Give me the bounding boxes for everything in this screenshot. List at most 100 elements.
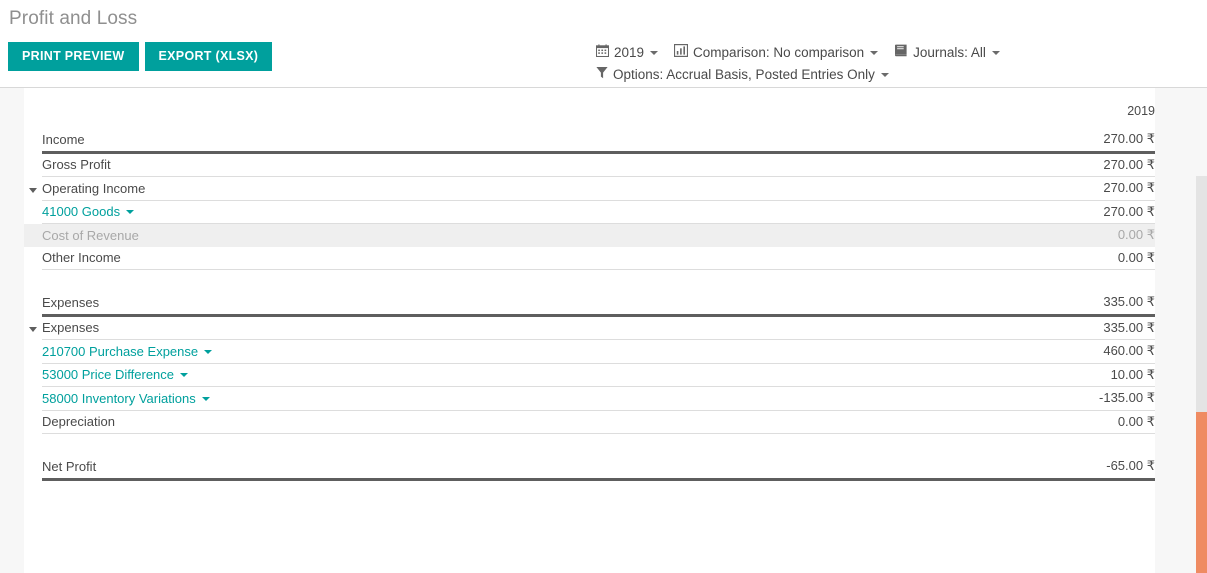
funnel-icon [596,64,608,86]
filter-date-period[interactable]: 2019 [595,42,659,64]
row-expand-toggle[interactable] [24,177,42,201]
filter-row-top: 2019 Comparison: No comparison Journals:… [595,42,1066,64]
vertical-scrollbar-track[interactable] [1196,176,1207,573]
export-xlsx-button[interactable]: EXPORT (XLSX) [144,42,273,71]
chart-bar-icon [673,42,689,64]
report-page-body: 2019 Income 270.00 ₹ Gross Profit 270.00 ₹ O… [0,88,1207,573]
row-label-cell: Gross Profit [42,152,975,177]
chevron-down-icon[interactable] [991,51,1000,55]
chevron-down-icon[interactable] [650,51,659,55]
row-label: Net Profit [42,458,97,474]
chevron-down-icon[interactable] [180,373,189,378]
row-toggle-placeholder [24,291,42,315]
row-expand-toggle[interactable] [24,315,42,340]
spacer-cell [24,269,1155,291]
filter-journals-label: Journals: All [913,45,986,60]
chevron-down-icon[interactable] [870,51,879,55]
header-toggle-spacer [24,88,42,128]
filter-options-label: Options: Accrual Basis, Posted Entries O… [613,67,875,82]
table-row[interactable]: 53000 Price Difference 10.00 ₹ [24,363,1155,387]
filter-facets: 2019 Comparison: No comparison Journals:… [595,42,1066,86]
row-value-cell: 270.00 ₹ [975,152,1155,177]
filter-comparison-label: Comparison: No comparison [693,45,865,60]
filter-options[interactable]: Options: Accrual Basis, Posted Entries O… [596,64,889,86]
row-value-cell: 460.00 ₹ [975,339,1155,364]
row-toggle-placeholder [24,455,42,479]
table-spacer-row [24,433,1155,455]
table-row[interactable]: Expenses 335.00 ₹ [24,291,1155,317]
filter-journals[interactable]: Journals: All [894,42,1000,64]
row-label: Cost of Revenue [42,227,139,243]
account-link[interactable]: 41000 Goods [42,204,120,219]
row-label: Other Income [42,250,121,266]
row-label-cell: Income [42,128,975,154]
table-row[interactable]: Operating Income 270.00 ₹ [24,176,1155,201]
row-label-cell: 210700 Purchase Expense [42,339,975,364]
table-row[interactable]: Cost of Revenue 0.00 ₹ [24,223,1155,247]
row-toggle-placeholder [24,340,42,364]
print-preview-button[interactable]: PRINT PREVIEW [8,42,139,71]
table-row[interactable]: Gross Profit 270.00 ₹ [24,152,1155,177]
row-value-cell: 0.00 ₹ [975,246,1155,270]
table-row[interactable]: 41000 Goods 270.00 ₹ [24,200,1155,224]
table-body: Income 270.00 ₹ Gross Profit 270.00 ₹ Operat… [24,128,1155,481]
chevron-down-icon[interactable] [201,396,210,401]
caret-down-icon[interactable] [29,187,37,193]
row-toggle-placeholder [24,200,42,224]
account-link[interactable]: 58000 Inventory Variations [42,391,196,406]
row-label: Depreciation [42,414,115,430]
filter-row-bottom: Options: Accrual Basis, Posted Entries O… [596,64,1066,86]
row-label: Expenses [42,320,100,336]
row-label-cell: Net Profit [42,455,975,481]
row-toggle-placeholder [24,224,42,247]
row-value-cell: 335.00 ₹ [975,315,1155,340]
column-header-period: 2019 [1127,104,1155,118]
row-label: Gross Profit [42,157,111,173]
row-toggle-placeholder [24,152,42,177]
row-label-cell: Other Income [42,246,975,270]
row-label-cell: Depreciation [42,410,975,434]
table-row[interactable]: 210700 Purchase Expense 460.00 ₹ [24,339,1155,364]
account-link[interactable]: 210700 Purchase Expense [42,344,198,359]
chevron-down-icon[interactable] [880,73,889,77]
table-row[interactable]: Income 270.00 ₹ [24,128,1155,154]
table-row[interactable]: Expenses 335.00 ₹ [24,315,1155,340]
account-link[interactable]: 53000 Price Difference [42,367,174,382]
row-value-cell: -135.00 ₹ [975,386,1155,411]
table-row[interactable]: Other Income 0.00 ₹ [24,246,1155,270]
report-sheet: 2019 Income 270.00 ₹ Gross Profit 270.00 ₹ O… [24,88,1155,573]
row-label-cell: Expenses [42,315,975,340]
row-toggle-placeholder [24,363,42,387]
caret-down-icon[interactable] [29,326,37,332]
row-value-cell: 0.00 ₹ [975,410,1155,434]
row-label: Expenses [42,294,100,310]
row-label-cell: 41000 Goods [42,200,975,224]
filter-comparison[interactable]: Comparison: No comparison [673,42,879,64]
row-value-cell: 10.00 ₹ [975,363,1155,387]
table-row[interactable]: 58000 Inventory Variations -135.00 ₹ [24,386,1155,411]
row-toggle-placeholder [24,387,42,411]
row-value-cell: 270.00 ₹ [975,128,1155,154]
row-label-cell: 58000 Inventory Variations [42,386,975,411]
table-row[interactable]: Net Profit -65.00 ₹ [24,455,1155,481]
row-value-cell: -65.00 ₹ [975,455,1155,481]
row-toggle-placeholder [24,128,42,152]
row-toggle-placeholder [24,247,42,270]
control-panel: Profit and Loss PRINT PREVIEW EXPORT (XL… [0,0,1207,88]
profit-and-loss-table: 2019 Income 270.00 ₹ Gross Profit 270.00 ₹ O… [24,88,1155,481]
vertical-scrollbar-thumb[interactable] [1196,412,1207,573]
spacer-cell [24,433,1155,455]
row-value-cell: 270.00 ₹ [975,176,1155,201]
table-head: 2019 [24,88,1155,128]
chevron-down-icon[interactable] [204,349,213,354]
row-value-cell: 335.00 ₹ [975,291,1155,317]
row-label-cell: 53000 Price Difference [42,363,975,387]
row-label-cell: Expenses [42,291,975,317]
table-row[interactable]: Depreciation 0.00 ₹ [24,410,1155,434]
filter-date-period-label: 2019 [614,45,645,60]
row-value-cell: 0.00 ₹ [1117,227,1155,243]
breadcrumb: Profit and Loss [9,8,138,29]
action-button-group: PRINT PREVIEW EXPORT (XLSX) [8,42,273,71]
row-label: Income [42,131,85,147]
chevron-down-icon[interactable] [126,210,135,215]
